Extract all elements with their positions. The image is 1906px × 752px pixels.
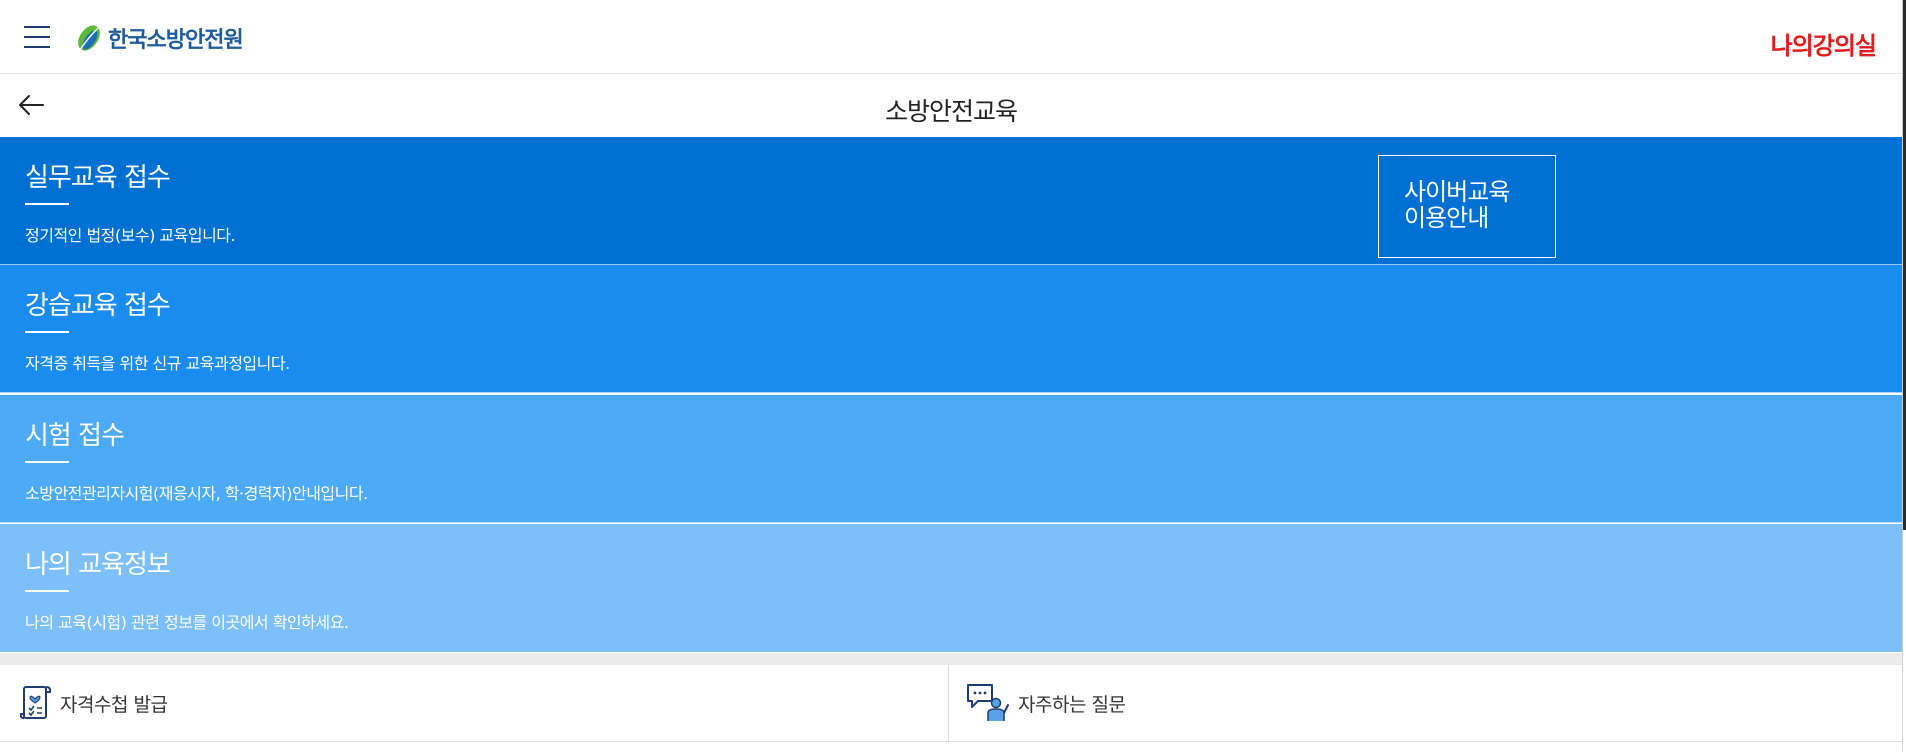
menu-title: 나의 교육정보	[25, 550, 171, 580]
title-underline	[25, 461, 69, 463]
menu-description: 소방안전관리자시험(재응시자, 학·경력자)안내입니다.	[25, 484, 368, 503]
scrollbar[interactable]	[1902, 0, 1906, 752]
certificate-icon	[20, 686, 52, 719]
top-header: 한국소방안전원 나의강의실	[0, 0, 1902, 74]
menu-my-education-info[interactable]: 나의 교육정보 나의 교육(시험) 관련 정보를 이곳에서 확인하세요.	[0, 524, 1902, 652]
menu-description: 자격증 취득을 위한 신규 교육과정입니다.	[25, 354, 290, 373]
menu-exam-registration[interactable]: 시험 접수 소방안전관리자시험(재응시자, 학·경력자)안내입니다.	[0, 395, 1902, 523]
cyber-button-line1: 사이버교육	[1404, 178, 1510, 206]
logo-text: 한국소방안전원	[108, 28, 244, 53]
my-classroom-link[interactable]: 나의강의실	[1771, 26, 1877, 61]
faq-chat-icon	[967, 684, 1009, 721]
title-underline	[25, 590, 69, 592]
quick-links: 자격수첩 발급 자주하는 질문	[0, 665, 1902, 742]
menu-practical-education[interactable]: 실무교육 접수 정기적인 법정(보수) 교육입니다.	[0, 137, 1902, 265]
menu-title: 강습교육 접수	[25, 291, 171, 321]
page-title: 소방안전교육	[884, 97, 1018, 126]
title-underline	[25, 203, 69, 205]
menu-title: 실무교육 접수	[25, 163, 171, 193]
menu-icon[interactable]	[24, 26, 50, 48]
sub-header: 소방안전교육	[0, 74, 1902, 138]
menu-description: 나의 교육(시험) 관련 정보를 이곳에서 확인하세요.	[25, 613, 349, 632]
quick-link-label: 자격수첩 발급	[60, 693, 168, 716]
logo-leaf-icon	[78, 25, 100, 51]
menu-training-education[interactable]: 강습교육 접수 자격증 취득을 위한 신규 교육과정입니다.	[0, 265, 1902, 393]
certificate-issue-link[interactable]: 자격수첩 발급	[0, 665, 949, 741]
logo[interactable]: 한국소방안전원	[75, 22, 244, 54]
menu-description: 정기적인 법정(보수) 교육입니다.	[25, 226, 236, 245]
menu-title: 시험 접수	[25, 421, 125, 451]
section-divider	[0, 653, 1902, 665]
faq-link[interactable]: 자주하는 질문	[949, 665, 1902, 741]
cyber-education-guide-button[interactable]: 사이버교육 이용안내	[1378, 155, 1556, 258]
title-underline	[25, 331, 69, 333]
cyber-button-line2: 이용안내	[1404, 204, 1489, 232]
quick-link-label: 자주하는 질문	[1018, 693, 1126, 716]
